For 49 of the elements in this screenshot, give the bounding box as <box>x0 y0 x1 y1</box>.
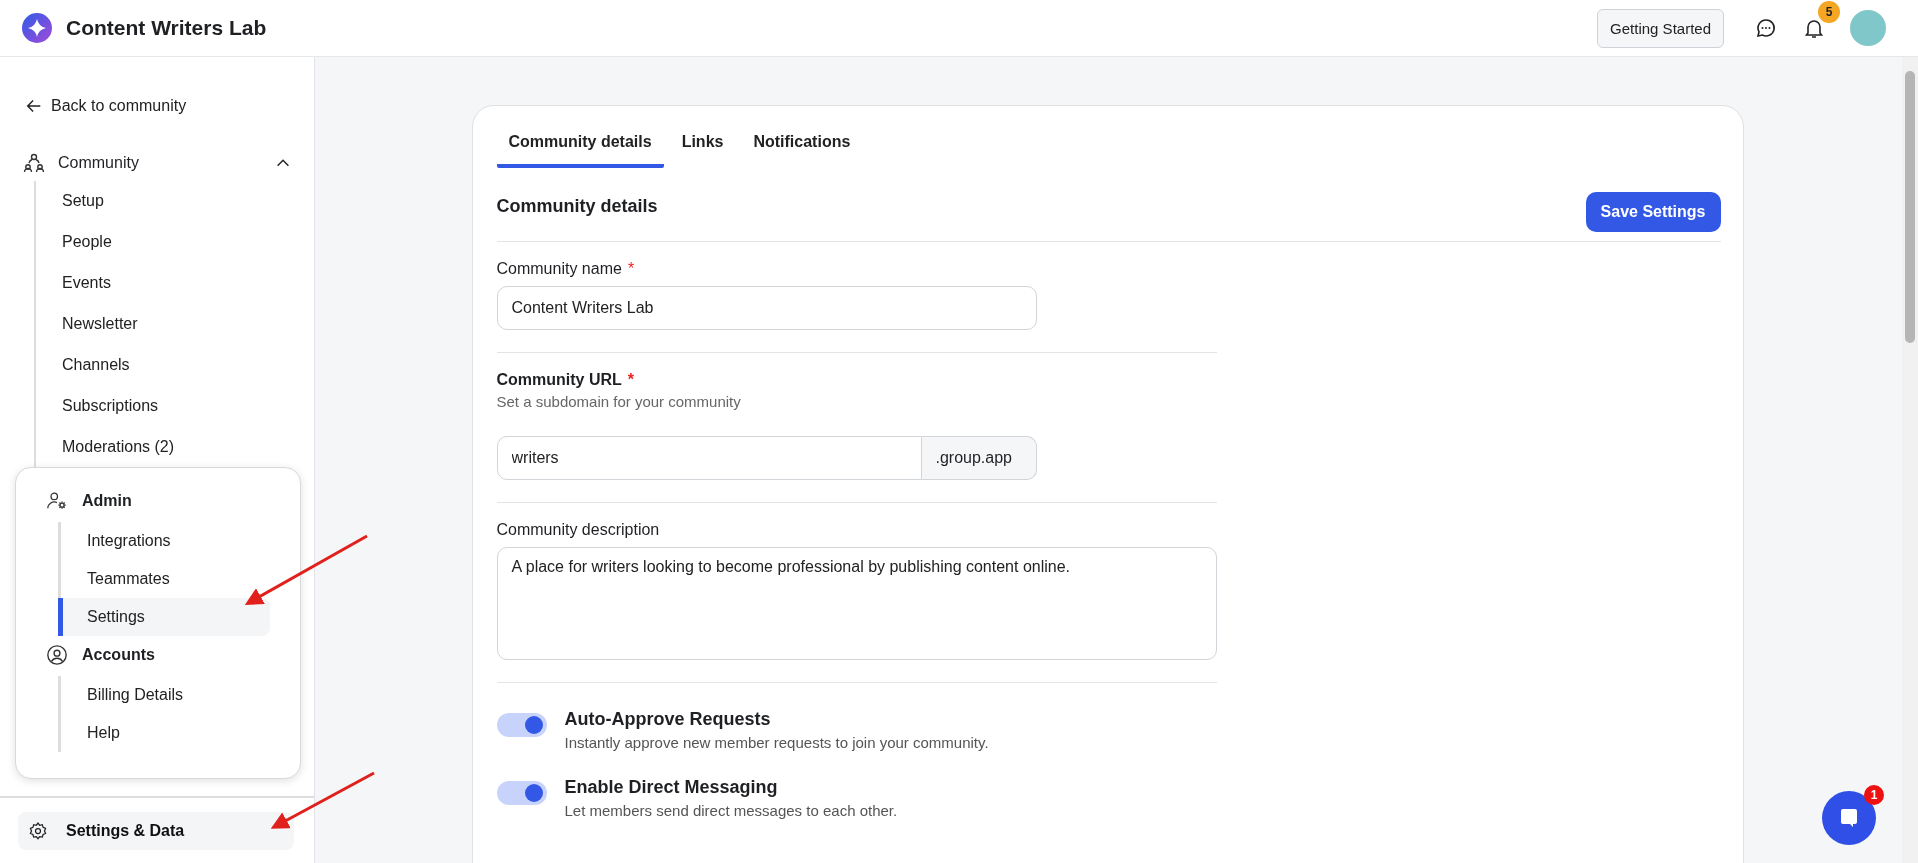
settings-icon <box>28 821 48 841</box>
user-circle-icon <box>46 644 68 666</box>
field-label: Community URL * <box>496 371 636 389</box>
sidebar-item[interactable]: People <box>36 222 314 263</box>
scrollbar[interactable] <box>1902 57 1918 863</box>
sidebar-item[interactable]: Subscriptions <box>36 386 314 427</box>
save-settings-button[interactable]: Save Settings <box>1585 192 1721 232</box>
tab[interactable]: Links <box>669 128 736 168</box>
settings-data-button[interactable]: Settings & Data <box>18 812 294 850</box>
section-title: Community details <box>496 195 658 217</box>
notification-count-badge: 5 <box>1818 1 1840 23</box>
menu-section-title: Accounts <box>82 646 155 664</box>
left-arrow-icon <box>25 97 43 115</box>
back-link[interactable]: Back to community <box>0 57 314 115</box>
user-gear-icon <box>46 490 68 512</box>
menu-section-title: Admin <box>82 492 132 510</box>
tab[interactable]: Community details <box>496 128 664 168</box>
sidebar-item[interactable]: Events <box>36 263 314 304</box>
field-hint: Set a subdomain for your community <box>496 393 742 410</box>
community-name-field[interactable]: Content Writers Lab <box>496 286 1037 330</box>
field-label: Community description <box>496 521 661 539</box>
sidebar-item[interactable]: Setup <box>36 181 314 222</box>
toggle-label: Auto-Approve Requests <box>564 709 772 730</box>
admin-menu-item[interactable]: Teammates <box>58 560 270 598</box>
toggle-switch[interactable] <box>496 781 547 805</box>
toggle-label: Enable Direct Messaging <box>564 777 779 798</box>
description-field[interactable]: A place for writers looking to become professional by publishing content online. <box>496 547 1217 660</box>
required-asterisk: * <box>627 371 635 388</box>
sidebar-item[interactable]: Newsletter <box>36 304 314 345</box>
sidebar-item[interactable]: Channels <box>36 345 314 386</box>
field-label: Community name * <box>496 260 636 278</box>
toggle-description: Let members send direct messages to each other. <box>564 802 898 819</box>
getting-started-button[interactable]: Getting Started <box>1597 8 1724 48</box>
people-icon <box>22 151 46 175</box>
sparkle-logo-icon <box>22 13 52 43</box>
subdomain-field[interactable]: writers <box>496 436 922 480</box>
domain-suffix: .group.app <box>921 436 1037 480</box>
admin-menu-item[interactable]: Help <box>58 714 270 752</box>
required-asterisk: * <box>627 260 635 277</box>
admin-menu-item[interactable]: Settings <box>58 598 270 636</box>
toggle-description: Instantly approve new member requests to join your community. <box>564 734 989 751</box>
admin-menu-item[interactable]: Billing Details <box>58 676 270 714</box>
admin-menu-item[interactable]: Integrations <box>58 522 270 560</box>
toggle-switch[interactable] <box>496 713 547 737</box>
tab[interactable]: Notifications <box>741 128 863 168</box>
app-title: Content Writers Lab <box>66 16 267 40</box>
community-menu-toggle[interactable]: Community <box>0 115 314 175</box>
sidebar-item[interactable]: Moderations (2) <box>36 427 314 468</box>
chat-bubble-icon[interactable] <box>1754 16 1778 40</box>
